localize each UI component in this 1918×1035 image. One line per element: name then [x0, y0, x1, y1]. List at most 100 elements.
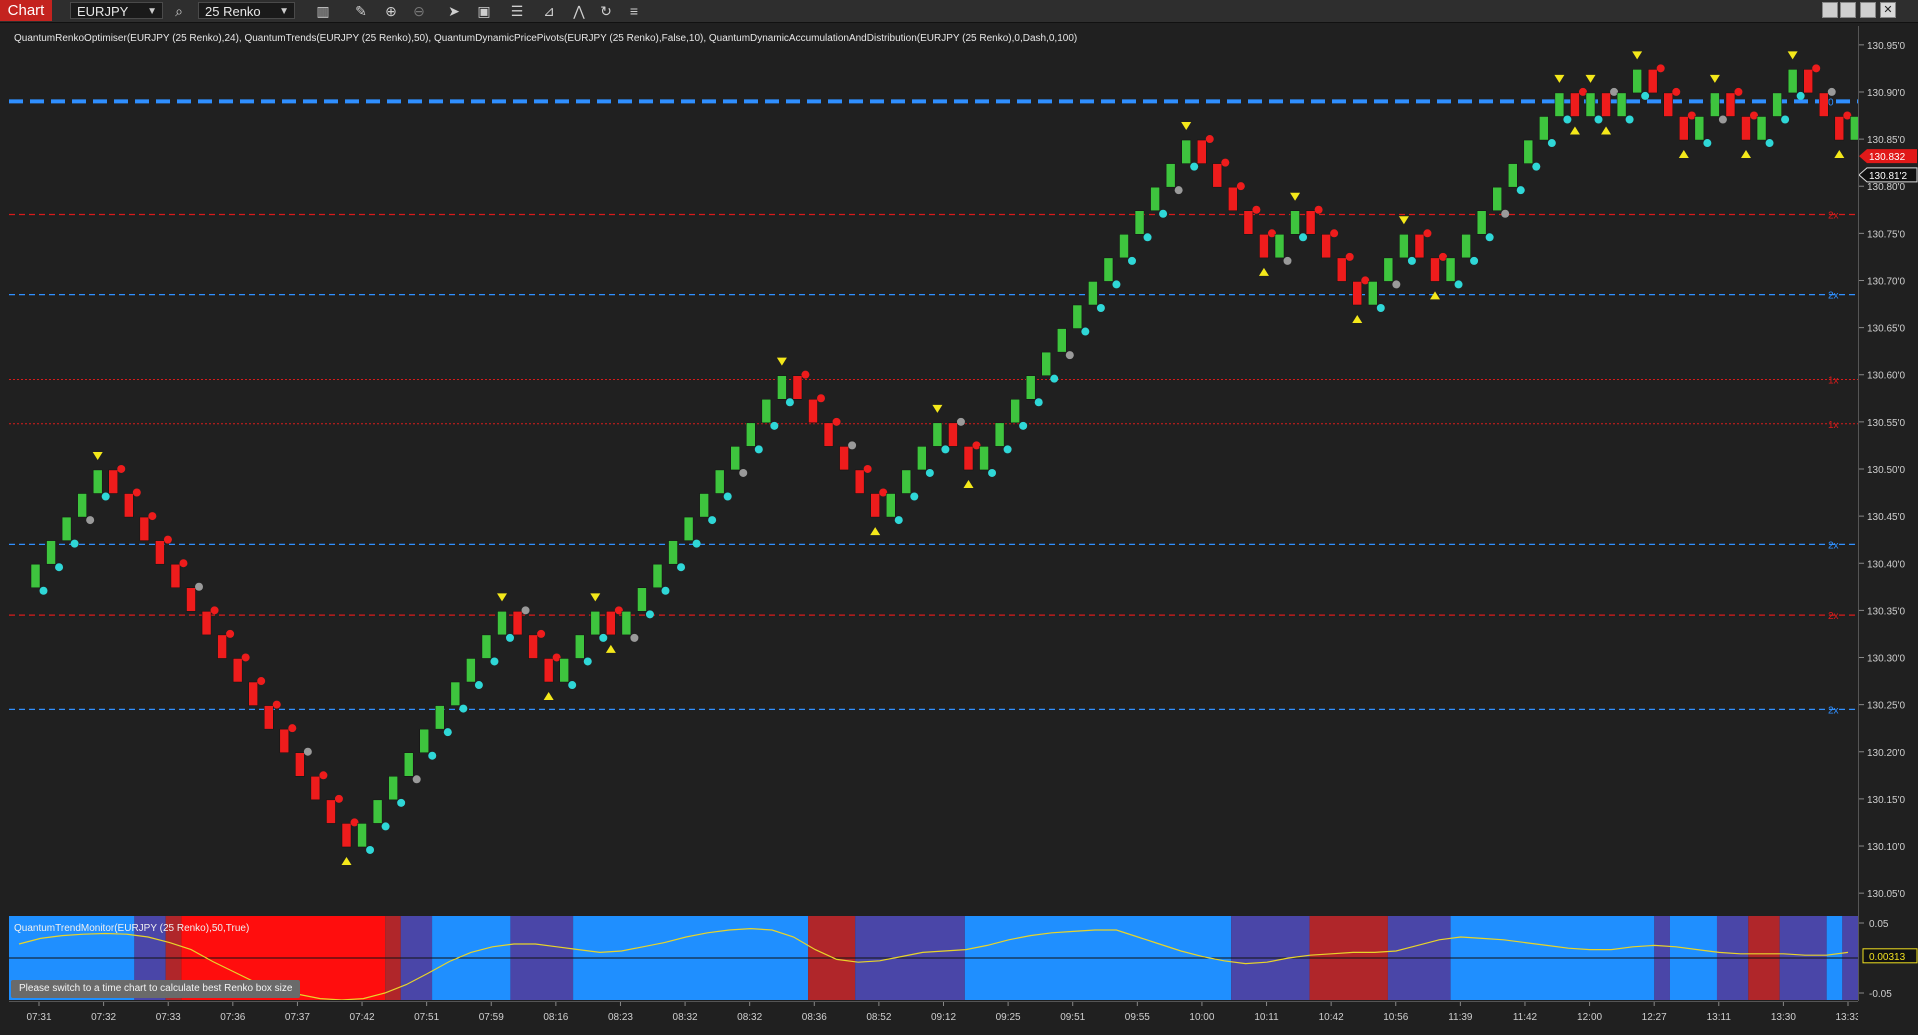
trend-dot [1532, 162, 1541, 171]
up-brick [466, 658, 476, 683]
trend-dot [70, 539, 79, 548]
trend-dot [397, 798, 406, 807]
trend-dot [739, 468, 748, 477]
oscillator-label: QuantumTrendMonitor(EURJPY (25 Renko),50… [14, 923, 250, 934]
properties-icon[interactable]: ▣ [475, 2, 493, 20]
down-brick [1601, 92, 1611, 117]
trend-dot [1283, 256, 1292, 265]
indicators-icon[interactable]: ⊿ [540, 2, 558, 20]
down-brick [1679, 116, 1689, 141]
trend-dot [39, 586, 48, 595]
time-tick-label: 09:25 [996, 1012, 1021, 1023]
up-brick [699, 493, 709, 518]
pivot-low-icon [1352, 314, 1363, 323]
cursor-icon[interactable]: ➤ [445, 2, 463, 20]
up-brick [388, 776, 398, 801]
trend-dot [630, 633, 639, 642]
time-tick-label: 08:32 [673, 1012, 698, 1023]
chevron-down-icon: ▼ [147, 6, 157, 17]
restore-icon[interactable] [1840, 2, 1856, 18]
close-icon[interactable]: ✕ [1880, 2, 1896, 18]
trend-dot [474, 681, 483, 690]
level-label: 2x [1828, 705, 1839, 716]
down-brick [839, 446, 849, 471]
strategy-icon[interactable]: ☰ [508, 2, 526, 20]
level-label: 2x [1828, 211, 1839, 222]
current-price-label: 130.832 [1869, 152, 1906, 163]
pivot-low-icon [341, 856, 352, 865]
pivot-high-icon [497, 593, 507, 602]
level-label: 0 [1828, 97, 1834, 108]
pivot-high-icon [1787, 51, 1798, 60]
trend-dot [1734, 87, 1743, 96]
time-tick-label: 10:42 [1319, 1012, 1344, 1023]
time-tick-label: 10:56 [1383, 1012, 1408, 1023]
trend-dot [1703, 139, 1712, 148]
chevron-down-icon: ▼ [279, 6, 289, 17]
up-brick [1632, 69, 1642, 94]
trend-dot [754, 445, 763, 454]
time-tick-label: 08:52 [866, 1012, 891, 1023]
trend-dot [723, 492, 732, 501]
price-tick-label: 130.75'0 [1867, 229, 1905, 240]
down-brick [870, 493, 880, 518]
drawing-tools-icon[interactable]: ⋀ [570, 2, 588, 20]
trend-dot [956, 417, 965, 426]
zoom-in-icon[interactable]: ⊕ [382, 2, 400, 20]
down-brick [543, 658, 554, 683]
trend-dot [1065, 351, 1074, 360]
bar-type-dropdown[interactable]: 25 Renko ▼ [198, 2, 295, 19]
price-axis[interactable]: 130.95'0 130.90'0 130.85'0 130.80'0 130.75'0… [1858, 26, 1918, 1001]
bar-style-icon[interactable]: ▥ [314, 2, 332, 20]
down-brick [1243, 210, 1254, 235]
up-brick [1787, 69, 1798, 94]
trend-dot [1236, 182, 1245, 191]
price-tick-label: 130.10'0 [1867, 842, 1905, 853]
symbol-dropdown[interactable]: EURJPY ▼ [70, 2, 163, 19]
pivot-high-icon [92, 451, 103, 460]
trend-dot [1050, 374, 1059, 383]
down-brick [326, 799, 336, 824]
up-brick [1539, 116, 1549, 141]
down-brick [808, 399, 818, 424]
trend-dot [210, 606, 219, 615]
price-panel[interactable]: 0 2x 2x 1x 1x 2x 2x 2x [9, 26, 1918, 912]
down-brick [1570, 92, 1580, 117]
refresh-icon[interactable]: ↻ [597, 2, 615, 20]
down-brick [1212, 163, 1223, 188]
trend-dot [1827, 87, 1836, 96]
up-brick [419, 728, 429, 753]
up-brick [1103, 257, 1114, 282]
trend-dot [195, 582, 203, 591]
trend-dot [583, 657, 592, 666]
minimize-icon[interactable] [1822, 2, 1838, 18]
trend-dot [226, 629, 235, 638]
maximize-icon[interactable] [1860, 2, 1876, 18]
up-brick [917, 446, 927, 471]
trend-dot [163, 535, 172, 544]
up-brick [668, 540, 678, 565]
trend-dot [708, 516, 717, 525]
trend-dot [1392, 280, 1401, 289]
up-brick [575, 634, 585, 659]
down-brick [823, 422, 834, 447]
list-icon[interactable]: ≡ [625, 2, 643, 20]
time-tick-label: 07:51 [414, 1012, 439, 1023]
trend-dot [614, 606, 623, 615]
trend-dot [1019, 421, 1028, 430]
time-tick-label: 09:51 [1060, 1012, 1085, 1023]
time-tick-label: 07:33 [156, 1012, 181, 1023]
pencil-icon[interactable]: ✎ [352, 2, 370, 20]
trend-dot [1221, 158, 1230, 167]
up-brick [1368, 281, 1378, 306]
up-brick [357, 823, 367, 848]
down-brick [1305, 210, 1316, 235]
zoom-out-icon[interactable]: ⊖ [410, 2, 428, 20]
trend-dot [770, 421, 779, 430]
down-brick [248, 681, 258, 706]
up-brick [1445, 257, 1456, 282]
search-icon[interactable]: ⌕ [170, 2, 188, 20]
down-brick [295, 752, 305, 777]
chart-tab[interactable]: Chart [0, 0, 52, 21]
time-axis[interactable]: 07:31 07:32 07:33 07:36 07:37 07:42 07:51 07:59… [9, 1001, 1861, 1030]
